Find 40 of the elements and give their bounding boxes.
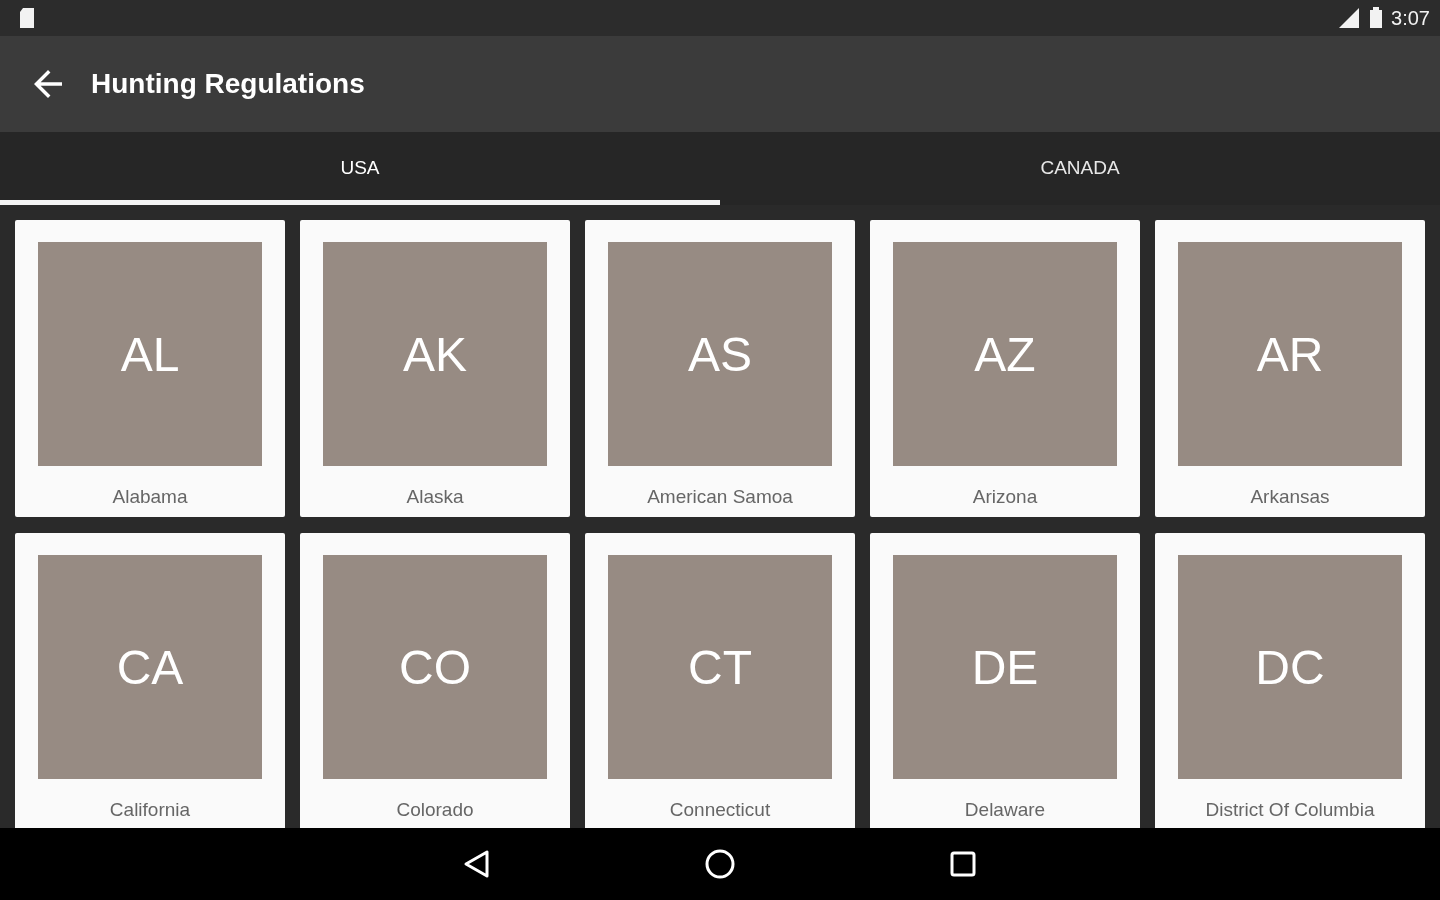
state-card[interactable]: AL Alabama bbox=[15, 220, 285, 517]
screen-title: Hunting Regulations bbox=[91, 68, 365, 100]
state-name: Alaska bbox=[406, 486, 464, 508]
state-card[interactable]: AK Alaska bbox=[300, 220, 570, 517]
state-code: AZ bbox=[974, 326, 1036, 382]
state-name: Alabama bbox=[112, 486, 188, 508]
home-icon[interactable] bbox=[704, 848, 736, 880]
state-name: Connecticut bbox=[669, 799, 771, 821]
state-card[interactable]: AZ Arizona bbox=[870, 220, 1140, 517]
state-code: AS bbox=[688, 326, 752, 382]
state-card[interactable]: CT Connecticut bbox=[585, 533, 855, 828]
state-code: AL bbox=[120, 326, 180, 382]
battery-icon bbox=[1369, 7, 1384, 29]
state-card[interactable]: DC District Of Columbia bbox=[1155, 533, 1425, 828]
state-card[interactable]: CO Colorado bbox=[300, 533, 570, 828]
state-name: Colorado bbox=[396, 799, 474, 821]
state-card[interactable]: AS American Samoa bbox=[585, 220, 855, 517]
state-name: California bbox=[109, 799, 191, 821]
sd-card-icon bbox=[18, 7, 36, 29]
state-code: DC bbox=[1255, 639, 1325, 695]
back-icon[interactable] bbox=[463, 849, 491, 879]
tab[interactable]: CANADA bbox=[720, 132, 1440, 205]
state-name: American Samoa bbox=[647, 486, 793, 508]
state-code: AR bbox=[1256, 326, 1324, 382]
state-name: Arkansas bbox=[1250, 486, 1330, 508]
tab[interactable]: USA bbox=[0, 132, 720, 205]
state-card[interactable]: AR Arkansas bbox=[1155, 220, 1425, 517]
state-code: CT bbox=[688, 639, 752, 695]
state-code: AK bbox=[403, 326, 467, 382]
state-code: DE bbox=[971, 639, 1039, 695]
clock-time: 3:07 bbox=[1391, 6, 1430, 30]
state-code: CO bbox=[399, 639, 471, 695]
state-card[interactable]: DE Delaware bbox=[870, 533, 1140, 828]
state-name: District Of Columbia bbox=[1205, 799, 1375, 821]
state-name: Delaware bbox=[964, 799, 1046, 821]
state-code: CA bbox=[116, 639, 184, 695]
state-name: Arizona bbox=[972, 486, 1038, 508]
back-arrow-icon[interactable] bbox=[34, 70, 62, 98]
state-card[interactable]: CA California bbox=[15, 533, 285, 828]
recents-icon[interactable] bbox=[949, 850, 977, 878]
